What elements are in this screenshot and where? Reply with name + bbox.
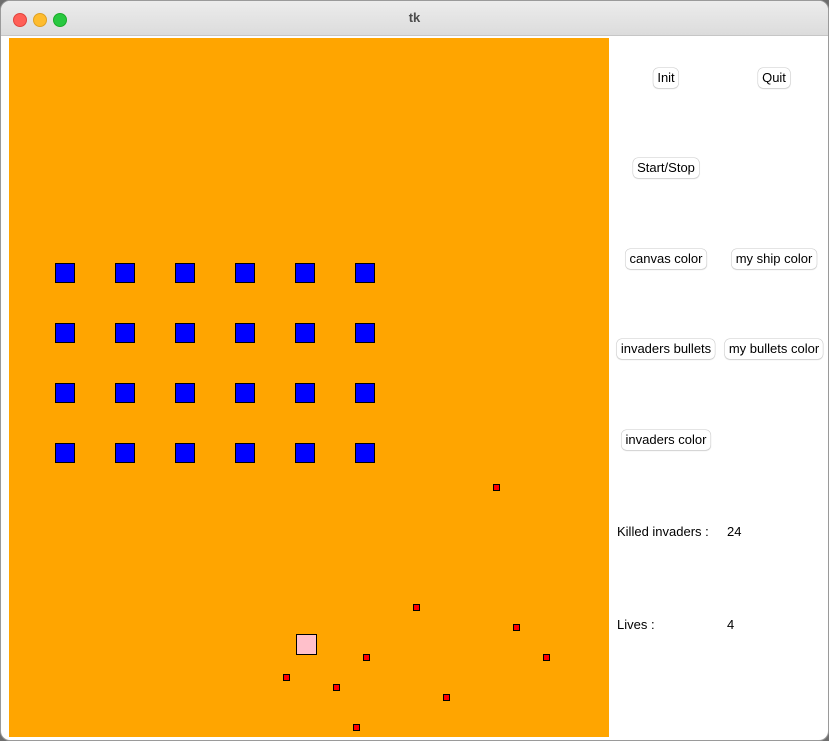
enemy-bullet — [353, 724, 360, 731]
init-button[interactable]: Init — [653, 68, 679, 88]
lives-value: 4 — [727, 617, 735, 632]
invader — [295, 383, 315, 403]
invader — [235, 263, 255, 283]
invader — [55, 443, 75, 463]
player-ship — [296, 634, 317, 655]
invader — [235, 323, 255, 343]
enemy-bullet — [493, 484, 500, 491]
canvas-color-button[interactable]: canvas color — [625, 249, 707, 269]
invaders-color-button[interactable]: invaders color — [621, 430, 711, 450]
lives-label: Lives : — [617, 617, 655, 632]
invader — [355, 443, 375, 463]
invader — [355, 323, 375, 343]
enemy-bullet — [363, 654, 370, 661]
invader — [235, 383, 255, 403]
killed-invaders-label: Killed invaders : — [617, 524, 709, 539]
enemy-bullet — [283, 674, 290, 681]
invader — [235, 443, 255, 463]
quit-button[interactable]: Quit — [758, 68, 790, 88]
invader — [295, 323, 315, 343]
invader — [115, 443, 135, 463]
bullets-color-button[interactable]: my bullets color — [724, 339, 824, 359]
invader — [175, 263, 195, 283]
invader — [355, 263, 375, 283]
game-canvas[interactable] — [9, 38, 609, 737]
invader — [55, 323, 75, 343]
invader — [175, 323, 195, 343]
killed-invaders-value: 24 — [727, 524, 742, 539]
start-stop-button[interactable]: Start/Stop — [633, 158, 699, 178]
enemy-bullet — [513, 624, 520, 631]
ship-color-button[interactable]: my ship color — [731, 249, 817, 269]
invader — [55, 263, 75, 283]
invader — [55, 383, 75, 403]
enemy-bullet — [333, 684, 340, 691]
invader — [115, 323, 135, 343]
enemy-bullet — [443, 694, 450, 701]
enemy-bullet — [413, 604, 420, 611]
invader — [295, 443, 315, 463]
invader — [115, 383, 135, 403]
window-title: tk — [408, 10, 421, 25]
invader — [175, 383, 195, 403]
invader — [295, 263, 315, 283]
invader — [355, 383, 375, 403]
enemy-bullet — [543, 654, 550, 661]
invader — [175, 443, 195, 463]
title-bar[interactable]: tk — [1, 1, 828, 36]
invaders-bullets-button[interactable]: invaders bullets — [616, 339, 716, 359]
invader — [115, 263, 135, 283]
app-window: tk Init Quit Start/Stop canvas color my … — [0, 0, 829, 741]
